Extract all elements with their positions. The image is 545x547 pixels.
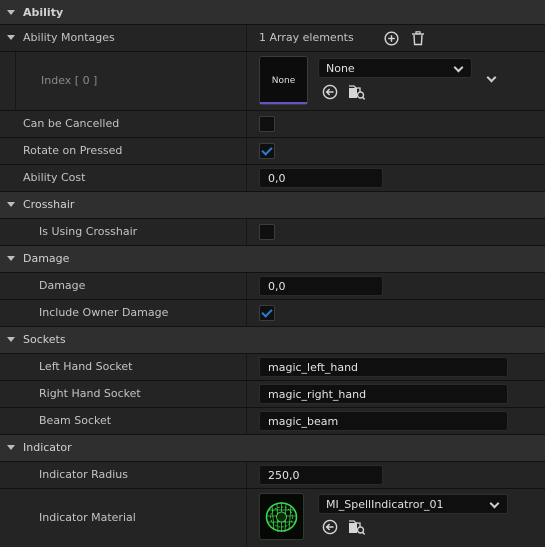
can-be-cancelled-checkbox[interactable] xyxy=(259,116,275,132)
property-label: Is Using Crosshair xyxy=(39,225,138,238)
asset-picker-value: None xyxy=(326,62,355,75)
property-label: Beam Socket xyxy=(39,414,112,427)
property-can-be-cancelled: Can be Cancelled xyxy=(0,111,545,138)
property-beam-socket: Beam Socket magic_beam xyxy=(0,408,545,435)
property-ability-cost: Ability Cost 0,0 xyxy=(0,165,545,192)
property-label: Indicator Radius xyxy=(39,468,128,481)
property-indicator-material: Indicator Material MI_SpellIndicatror_01 xyxy=(0,489,545,547)
rotate-on-pressed-checkbox[interactable] xyxy=(259,143,275,159)
asset-picker-combo[interactable]: None xyxy=(318,58,472,78)
collapse-arrow-icon[interactable] xyxy=(7,337,15,342)
material-picker-combo[interactable]: MI_SpellIndicatror_01 xyxy=(318,494,508,514)
property-is-using-crosshair: Is Using Crosshair xyxy=(0,219,545,246)
array-element-0: Index [ 0 ] None None xyxy=(0,52,545,111)
browse-to-asset-icon[interactable] xyxy=(348,84,366,101)
section-damage[interactable]: Damage xyxy=(0,246,545,273)
property-include-owner-damage: Include Owner Damage xyxy=(0,300,545,327)
section-title: Indicator xyxy=(23,441,72,454)
section-ability[interactable]: Ability xyxy=(0,0,545,25)
expand-chevron-icon[interactable] xyxy=(486,72,497,83)
property-label: Can be Cancelled xyxy=(23,117,120,130)
property-label: Right Hand Socket xyxy=(39,387,141,400)
material-picker-value: MI_SpellIndicatror_01 xyxy=(326,498,444,511)
section-title: Ability xyxy=(23,6,64,19)
property-indicator-radius: Indicator Radius 250,0 xyxy=(0,462,545,489)
is-using-crosshair-checkbox[interactable] xyxy=(259,224,275,240)
material-thumbnail[interactable] xyxy=(259,493,304,540)
use-selected-asset-icon[interactable] xyxy=(322,519,338,535)
property-left-hand-socket: Left Hand Socket magic_left_hand xyxy=(0,354,545,381)
section-title: Damage xyxy=(23,252,70,265)
property-ability-montages: Ability Montages 1 Array elements xyxy=(0,25,545,52)
section-title: Sockets xyxy=(23,333,66,346)
ability-cost-field[interactable]: 0,0 xyxy=(259,168,383,188)
chevron-down-icon xyxy=(453,62,464,73)
beam-socket-field[interactable]: magic_beam xyxy=(259,411,508,431)
property-label: Ability Cost xyxy=(23,171,86,184)
thumbnail-label: None xyxy=(271,76,296,86)
index-label: Index [ 0 ] xyxy=(41,74,98,87)
section-indicator[interactable]: Indicator xyxy=(0,435,545,462)
collapse-arrow-icon[interactable] xyxy=(7,10,15,15)
collapse-arrow-icon[interactable] xyxy=(7,202,15,207)
right-hand-socket-field[interactable]: magic_right_hand xyxy=(259,384,508,404)
damage-field[interactable]: 0,0 xyxy=(259,276,383,296)
browse-to-asset-icon[interactable] xyxy=(348,519,366,536)
left-hand-socket-field[interactable]: magic_left_hand xyxy=(259,357,508,377)
property-label: Include Owner Damage xyxy=(39,306,169,319)
property-label: Left Hand Socket xyxy=(39,360,133,373)
section-sockets[interactable]: Sockets xyxy=(0,327,545,354)
array-count: 1 Array elements xyxy=(259,31,354,44)
section-crosshair[interactable]: Crosshair xyxy=(0,192,545,219)
asset-type-underline xyxy=(260,102,307,104)
add-element-icon[interactable] xyxy=(384,31,399,46)
section-title: Crosshair xyxy=(23,198,75,211)
collapse-arrow-icon[interactable] xyxy=(7,445,15,450)
property-rotate-on-pressed: Rotate on Pressed xyxy=(0,138,545,165)
use-selected-asset-icon[interactable] xyxy=(322,84,338,100)
asset-thumbnail[interactable]: None xyxy=(259,56,308,105)
property-label: Rotate on Pressed xyxy=(23,144,123,157)
property-label: Indicator Material xyxy=(39,511,136,524)
delete-all-icon[interactable] xyxy=(411,31,425,46)
property-label: Ability Montages xyxy=(23,31,115,44)
property-damage: Damage 0,0 xyxy=(0,273,545,300)
property-right-hand-socket: Right Hand Socket magic_right_hand xyxy=(0,381,545,408)
material-preview-icon xyxy=(265,502,298,533)
collapse-arrow-icon[interactable] xyxy=(7,35,15,40)
property-label: Damage xyxy=(39,279,86,292)
include-owner-damage-checkbox[interactable] xyxy=(259,305,275,321)
indicator-radius-field[interactable]: 250,0 xyxy=(259,465,383,485)
collapse-arrow-icon[interactable] xyxy=(7,256,15,261)
chevron-down-icon xyxy=(489,498,500,509)
